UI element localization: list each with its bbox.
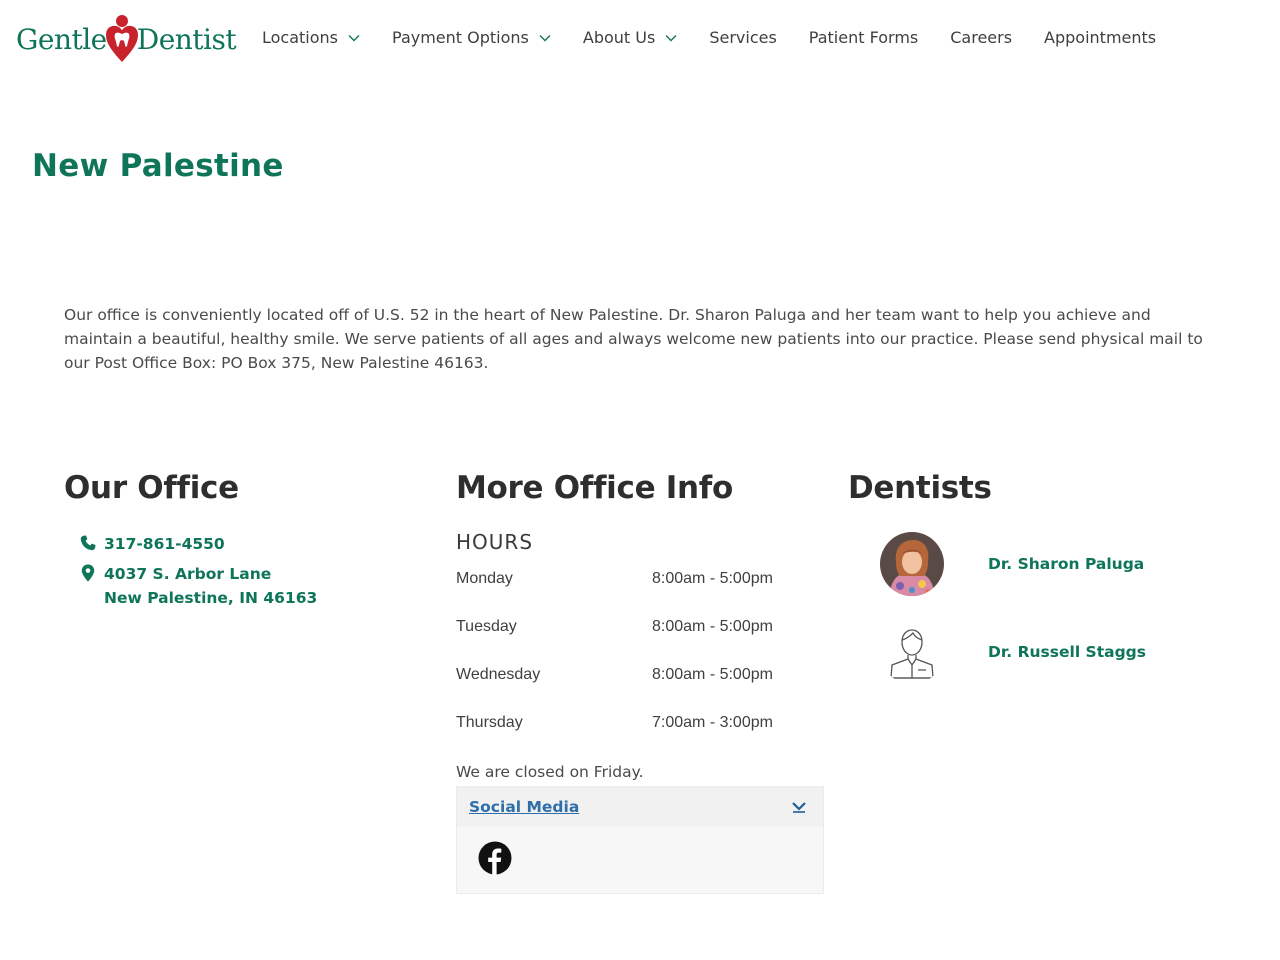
chevron-down-icon bbox=[665, 34, 677, 41]
hours-day: Monday bbox=[456, 570, 513, 587]
office-contact: 317-861-4550 4037 S. Arbor Lane New Pale… bbox=[80, 532, 317, 616]
nav-item-label: About Us bbox=[582, 28, 656, 47]
main-nav: Locations Payment Options About Us Servi… bbox=[262, 28, 1188, 47]
hours-table: Monday 8:00am - 5:00pm Tuesday 8:00am - … bbox=[456, 570, 816, 762]
page-title: New Palestine bbox=[32, 148, 284, 184]
site-header: Gentle Dentist Locations Payment Options… bbox=[0, 0, 1280, 78]
hours-row: Wednesday 8:00am - 5:00pm bbox=[456, 666, 816, 714]
chevron-down-icon bbox=[348, 34, 360, 41]
phone-icon bbox=[80, 535, 96, 551]
nav-item-services[interactable]: Services bbox=[709, 28, 776, 47]
hours-day: Tuesday bbox=[456, 618, 517, 635]
hours-row: Monday 8:00am - 5:00pm bbox=[456, 570, 816, 618]
nav-item-label: Payment Options bbox=[392, 28, 529, 47]
nav-item-payment-options[interactable]: Payment Options bbox=[392, 28, 551, 47]
nav-item-label: Appointments bbox=[1044, 28, 1157, 47]
address-line-2: New Palestine, IN 46163 bbox=[104, 589, 318, 607]
hours-day: Wednesday bbox=[456, 666, 541, 683]
avatar[interactable] bbox=[880, 532, 944, 596]
dentist-name-link[interactable]: Dr. Sharon Paluga bbox=[988, 555, 1144, 573]
chevron-down-icon bbox=[792, 802, 806, 813]
nav-item-locations[interactable]: Locations bbox=[262, 28, 360, 47]
hours-row: Thursday 7:00am - 3:00pm bbox=[456, 714, 816, 762]
social-media-title[interactable]: Social Media bbox=[469, 798, 579, 816]
intro-paragraph: Our office is conveniently located off o… bbox=[64, 306, 1203, 372]
hours-row: Tuesday 8:00am - 5:00pm bbox=[456, 618, 816, 666]
nav-item-label: Services bbox=[709, 28, 777, 47]
hours-time: 8:00am - 5:00pm bbox=[652, 570, 773, 587]
dentist-item: Dr. Russell Staggs bbox=[880, 620, 1146, 684]
our-office-heading: Our Office bbox=[64, 470, 239, 506]
address-row[interactable]: 4037 S. Arbor Lane New Palestine, IN 461… bbox=[80, 562, 317, 610]
hours-time: 8:00am - 5:00pm bbox=[652, 618, 773, 635]
nav-item-label: Locations bbox=[262, 28, 339, 47]
logo[interactable]: Gentle Dentist bbox=[16, 12, 237, 66]
hours-label: HOURS bbox=[456, 530, 534, 554]
hours-day: Thursday bbox=[456, 714, 523, 731]
nav-item-careers[interactable]: Careers bbox=[950, 28, 1012, 47]
logo-word-right: Dentist bbox=[136, 22, 237, 56]
nav-item-about-us[interactable]: About Us bbox=[583, 28, 677, 47]
nav-item-appointments[interactable]: Appointments bbox=[1044, 28, 1156, 47]
dentist-name-link[interactable]: Dr. Russell Staggs bbox=[988, 643, 1146, 661]
dentist-list: Dr. Sharon Paluga Dr. Russell Staggs bbox=[880, 532, 1146, 708]
chevron-down-icon bbox=[539, 34, 551, 41]
phone-row[interactable]: 317-861-4550 bbox=[80, 532, 317, 556]
nav-item-label: Patient Forms bbox=[808, 28, 919, 47]
phone-number: 317-861-4550 bbox=[104, 535, 225, 553]
hours-time: 7:00am - 3:00pm bbox=[652, 714, 773, 731]
address-line-1: 4037 S. Arbor Lane bbox=[104, 565, 272, 583]
dentists-heading: Dentists bbox=[848, 470, 992, 506]
person-placeholder-icon[interactable] bbox=[880, 620, 944, 684]
hours-time: 8:00am - 5:00pm bbox=[652, 666, 773, 683]
facebook-icon[interactable] bbox=[478, 841, 512, 875]
map-pin-icon bbox=[81, 564, 95, 582]
dentist-item: Dr. Sharon Paluga bbox=[880, 532, 1146, 596]
nav-item-patient-forms[interactable]: Patient Forms bbox=[809, 28, 918, 47]
more-office-info-heading: More Office Info bbox=[456, 470, 733, 506]
logo-word-left: Gentle bbox=[16, 22, 107, 56]
social-media-accordion: Social Media bbox=[456, 786, 824, 894]
social-media-toggle[interactable]: Social Media bbox=[457, 787, 823, 827]
closed-note: We are closed on Friday. bbox=[456, 763, 644, 781]
nav-item-label: Careers bbox=[950, 28, 1013, 47]
heart-tooth-icon bbox=[105, 15, 138, 62]
